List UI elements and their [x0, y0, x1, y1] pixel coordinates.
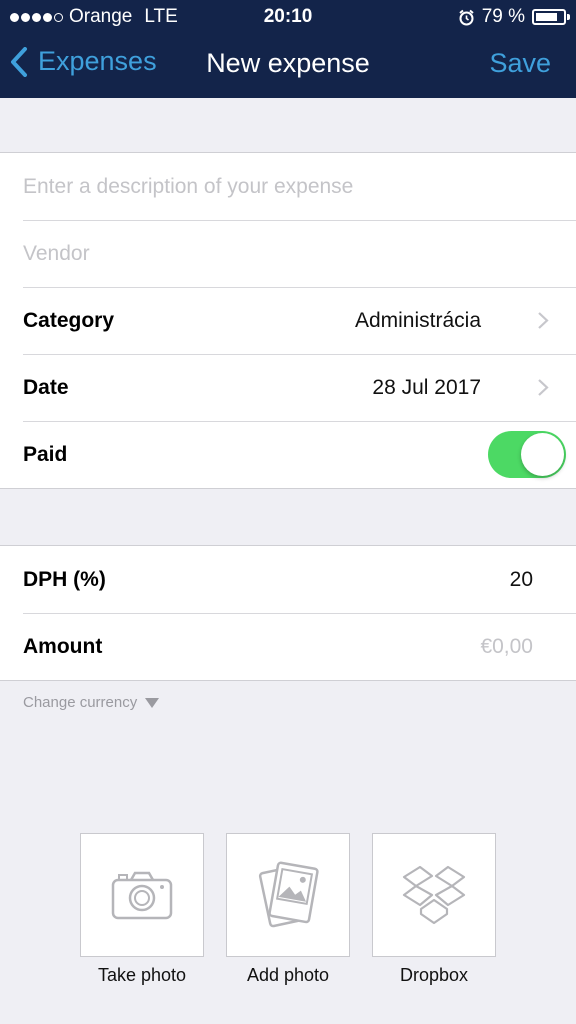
- navigation-bar: Expenses New expense Save: [0, 34, 576, 98]
- date-label: Date: [23, 375, 69, 399]
- paid-toggle[interactable]: [488, 431, 566, 478]
- add-photo-button[interactable]: [226, 833, 350, 957]
- status-bar: Orange LTE 20:10 79 %: [0, 0, 576, 34]
- camera-icon: [111, 871, 173, 920]
- amount-placeholder: €0,00: [480, 634, 533, 658]
- date-row[interactable]: Date 28 Jul 2017: [0, 354, 576, 421]
- category-row[interactable]: Category Administrácia: [0, 287, 576, 354]
- amount-label: Amount: [23, 634, 103, 658]
- top-bar: Orange LTE 20:10 79 % Expenses New expen…: [0, 0, 576, 98]
- photos-icon: [258, 861, 319, 928]
- alarm-clock-icon: [459, 9, 474, 25]
- triangle-down-icon: [145, 697, 160, 708]
- chevron-right-icon: [538, 379, 549, 396]
- dph-row[interactable]: DPH (%) 20: [0, 546, 576, 613]
- toggle-knob: [521, 433, 564, 476]
- battery-icon: [532, 9, 570, 25]
- dropbox-icon: [402, 865, 466, 925]
- category-value: Administrácia: [354, 308, 481, 332]
- paid-row: Paid: [0, 421, 576, 488]
- category-label: Category: [23, 308, 115, 332]
- paid-label: Paid: [23, 442, 68, 466]
- dropbox-button[interactable]: [372, 833, 496, 957]
- battery-percent: 79 %: [481, 6, 525, 27]
- add-photo-label: Add photo: [246, 965, 330, 985]
- chevron-right-icon: [538, 312, 549, 329]
- date-value: 28 Jul 2017: [372, 375, 481, 399]
- amount-row[interactable]: Amount €0,00: [0, 613, 576, 680]
- status-right: 79 %: [458, 6, 570, 28]
- dph-value: 20: [509, 567, 533, 591]
- amount-group: DPH (%) 20 Amount €0,00: [0, 545, 576, 681]
- vendor-placeholder: Vendor: [23, 241, 90, 265]
- change-currency-button[interactable]: Change currency: [23, 694, 160, 711]
- take-photo-label: Take photo: [97, 965, 187, 985]
- dph-label: DPH (%): [23, 567, 106, 591]
- change-currency-label: Change currency: [23, 694, 138, 711]
- description-placeholder: Enter a description of your expense: [23, 174, 354, 198]
- dropbox-label: Dropbox: [399, 965, 469, 985]
- take-photo-button[interactable]: [80, 833, 204, 957]
- vendor-field[interactable]: Vendor: [0, 220, 576, 287]
- save-button[interactable]: Save: [489, 48, 551, 79]
- description-field[interactable]: Enter a description of your expense: [0, 153, 576, 220]
- expense-details-group: Enter a description of your expense Vend…: [0, 152, 576, 489]
